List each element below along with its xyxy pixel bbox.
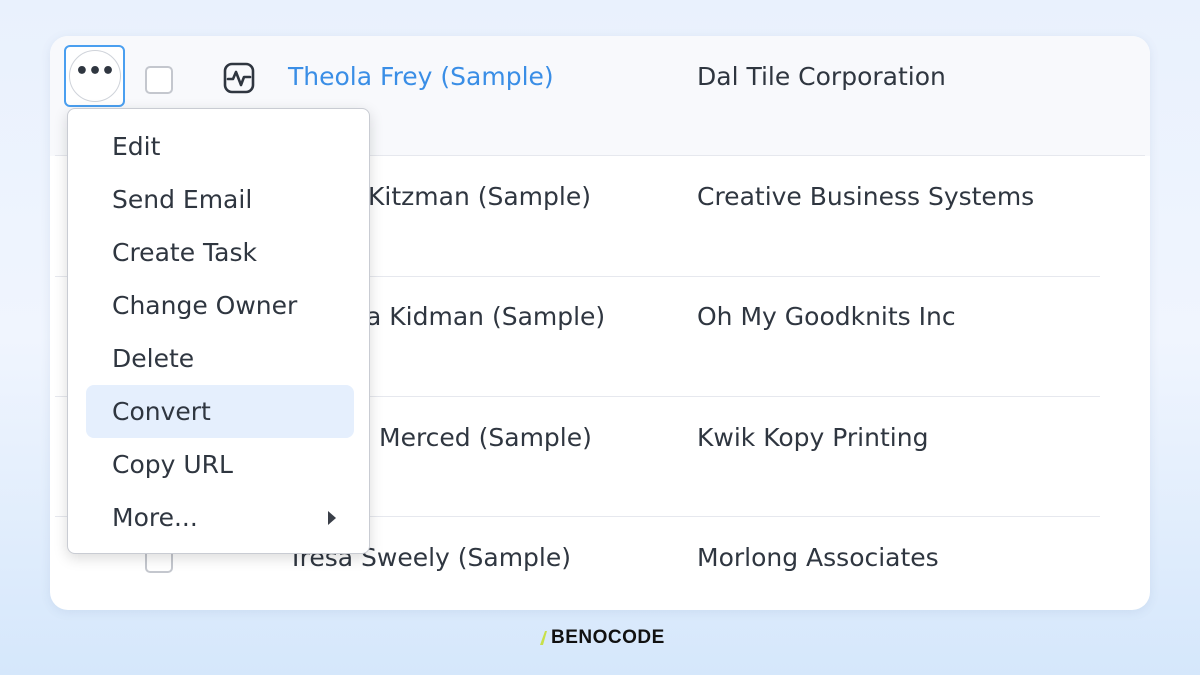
ellipsis-icon: ••• <box>68 50 121 102</box>
menu-item-more[interactable]: More... <box>86 491 354 544</box>
row-actions-menu: Edit Send Email Create Task Change Owner… <box>67 108 370 554</box>
company-name: Oh My Goodknits Inc <box>697 302 956 331</box>
menu-item-change-owner[interactable]: Change Owner <box>86 279 354 332</box>
logo-mark-icon <box>540 631 547 645</box>
chevron-right-icon <box>328 510 336 525</box>
row-checkbox[interactable] <box>145 66 173 94</box>
menu-item-more-label: More... <box>112 503 198 532</box>
brand-logo: BENOCODE <box>540 627 665 649</box>
row-actions-button[interactable]: ••• <box>64 45 125 107</box>
menu-item-convert[interactable]: Convert <box>86 385 354 438</box>
menu-item-edit[interactable]: Edit <box>86 120 354 173</box>
record-name-link[interactable]: Merced (Sample) <box>379 423 592 452</box>
menu-item-copy-url[interactable]: Copy URL <box>86 438 354 491</box>
record-name-link[interactable]: a Kidman (Sample) <box>366 302 605 331</box>
company-name: Creative Business Systems <box>697 182 1035 211</box>
menu-item-delete[interactable]: Delete <box>86 332 354 385</box>
company-name: Kwik Kopy Printing <box>697 423 929 452</box>
activity-pulse-icon[interactable] <box>222 61 256 95</box>
menu-item-send-email[interactable]: Send Email <box>86 173 354 226</box>
company-name: Dal Tile Corporation <box>697 62 946 91</box>
brand-logo-text: BENOCODE <box>551 627 665 648</box>
record-name-link[interactable]: Theola Frey (Sample) <box>288 62 554 91</box>
company-name: Morlong Associates <box>697 543 939 572</box>
record-name-link[interactable]: Kitzman (Sample) <box>368 182 591 211</box>
menu-item-create-task[interactable]: Create Task <box>86 226 354 279</box>
